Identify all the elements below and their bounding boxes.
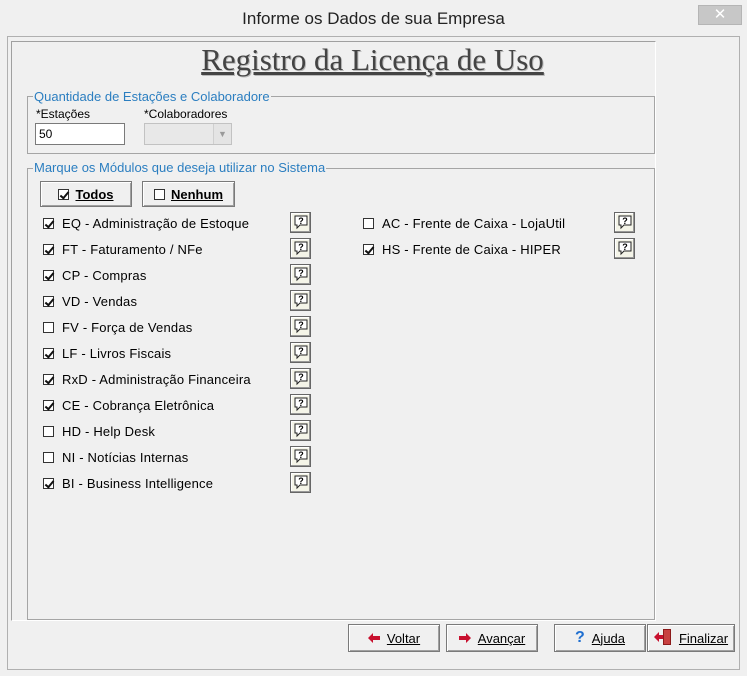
module-checkbox[interactable] <box>43 321 54 333</box>
chevron-down-icon[interactable]: ▼ <box>213 124 231 144</box>
module-label: VD - Vendas <box>62 293 138 309</box>
module-row[interactable]: HD - Help Desk <box>43 421 155 441</box>
title-bar: Informe os Dados de sua Empresa ✕ <box>0 0 747 36</box>
svg-text:?: ? <box>298 346 304 356</box>
module-row[interactable]: RxD - Administração Financeira <box>43 369 251 389</box>
page-title: Registro da Licença de Uso <box>201 42 544 77</box>
help-bubble-icon[interactable]: ? <box>614 238 635 259</box>
nenhum-label: Nenhum <box>171 186 223 202</box>
module-checkbox[interactable] <box>43 217 54 229</box>
voltar-label: Voltar <box>386 630 421 646</box>
close-button[interactable]: ✕ <box>698 5 742 25</box>
module-label: AC - Frente de Caixa - LojaUtil <box>382 215 566 231</box>
quantidade-group-label: Quantidade de Estações e Colaboradore <box>33 89 271 104</box>
module-checkbox[interactable] <box>43 477 54 489</box>
svg-text:?: ? <box>298 398 304 408</box>
help-bubble-icon[interactable]: ? <box>290 290 311 311</box>
module-checkbox[interactable] <box>363 217 374 229</box>
question-icon: ? <box>574 629 585 646</box>
module-row[interactable]: CP - Compras <box>43 265 147 285</box>
module-label: HD - Help Desk <box>62 423 156 439</box>
module-label: FT - Faturamento / NFe <box>62 241 203 257</box>
module-checkbox[interactable] <box>43 425 54 437</box>
module-row[interactable]: VD - Vendas <box>43 291 137 311</box>
help-bubble-icon[interactable]: ? <box>290 264 311 285</box>
module-checkbox[interactable] <box>43 243 54 255</box>
module-label: CP - Compras <box>62 267 147 283</box>
help-bubble-icon[interactable]: ? <box>290 420 311 441</box>
module-label: NI - Notícias Internas <box>62 449 189 465</box>
help-bubble-icon[interactable]: ? <box>290 368 311 389</box>
module-checkbox[interactable] <box>363 243 374 255</box>
window-title: Informe os Dados de sua Empresa <box>242 9 505 28</box>
colaboradores-label: *Colaboradores <box>144 107 228 121</box>
svg-text:?: ? <box>298 216 304 226</box>
module-checkbox[interactable] <box>43 269 54 281</box>
module-row[interactable]: BI - Business Intelligence <box>43 473 213 493</box>
arrow-left-icon <box>367 631 380 646</box>
modulos-group-label: Marque os Módulos que deseja utilizar no… <box>33 160 327 175</box>
help-bubble-icon[interactable]: ? <box>290 342 311 363</box>
arrow-right-icon <box>458 631 471 646</box>
help-bubble-icon[interactable]: ? <box>290 316 311 337</box>
svg-text:?: ? <box>298 476 304 486</box>
checkbox-empty-icon <box>154 188 165 200</box>
finalizar-label: Finalizar <box>678 630 729 646</box>
nenhum-button[interactable]: Nenhum <box>142 181 235 207</box>
avancar-button[interactable]: Avançar <box>446 624 538 652</box>
module-label: FV - Força de Vendas <box>62 319 193 335</box>
svg-text:?: ? <box>298 294 304 304</box>
svg-text:?: ? <box>298 268 304 278</box>
svg-text:?: ? <box>298 242 304 252</box>
module-row[interactable]: FT - Faturamento / NFe <box>43 239 203 259</box>
help-bubble-icon[interactable]: ? <box>290 212 311 233</box>
finalizar-button[interactable]: Finalizar <box>647 624 735 652</box>
module-checkbox[interactable] <box>43 295 54 307</box>
module-checkbox[interactable] <box>43 373 54 385</box>
module-row[interactable]: AC - Frente de Caixa - LojaUtil <box>363 213 565 233</box>
voltar-button[interactable]: Voltar <box>348 624 440 652</box>
module-label: HS - Frente de Caixa - HIPER <box>382 241 561 257</box>
svg-text:?: ? <box>298 320 304 330</box>
estacoes-label: *Estações <box>36 107 91 121</box>
estacoes-field[interactable]: 50 <box>35 123 125 145</box>
module-label: RxD - Administração Financeira <box>62 371 251 387</box>
svg-text:?: ? <box>622 242 628 252</box>
svg-text:?: ? <box>298 424 304 434</box>
help-bubble-icon[interactable]: ? <box>290 394 311 415</box>
module-label: CE - Cobrança Eletrônica <box>62 397 215 413</box>
help-bubble-icon[interactable]: ? <box>290 446 311 467</box>
svg-text:?: ? <box>298 372 304 382</box>
modulos-group <box>27 168 655 620</box>
module-row[interactable]: CE - Cobrança Eletrônica <box>43 395 214 415</box>
colaboradores-select[interactable]: ▼ <box>144 123 232 145</box>
help-bubble-icon[interactable]: ? <box>290 472 311 493</box>
todos-button[interactable]: Todos <box>40 181 132 207</box>
avancar-label: Avançar <box>477 630 526 646</box>
help-bubble-icon[interactable]: ? <box>290 238 311 259</box>
module-label: EQ - Administração de Estoque <box>62 215 250 231</box>
exit-door-icon <box>653 628 672 648</box>
ajuda-label: Ajuda <box>591 630 626 646</box>
module-row[interactable]: NI - Notícias Internas <box>43 447 189 467</box>
ajuda-button[interactable]: ? Ajuda <box>554 624 646 652</box>
module-checkbox[interactable] <box>43 347 54 359</box>
module-checkbox[interactable] <box>43 399 54 411</box>
module-row[interactable]: HS - Frente de Caixa - HIPER <box>363 239 561 259</box>
module-row[interactable]: FV - Força de Vendas <box>43 317 192 337</box>
help-bubble-icon[interactable]: ? <box>614 212 635 233</box>
module-label: LF - Livros Fiscais <box>62 345 172 361</box>
module-row[interactable]: LF - Livros Fiscais <box>43 343 171 363</box>
checkbox-checked-icon <box>58 188 70 200</box>
module-checkbox[interactable] <box>43 451 54 463</box>
svg-text:?: ? <box>622 216 628 226</box>
module-row[interactable]: EQ - Administração de Estoque <box>43 213 249 233</box>
svg-text:?: ? <box>298 450 304 460</box>
module-label: BI - Business Intelligence <box>62 475 214 491</box>
todos-label: Todos <box>75 186 114 202</box>
